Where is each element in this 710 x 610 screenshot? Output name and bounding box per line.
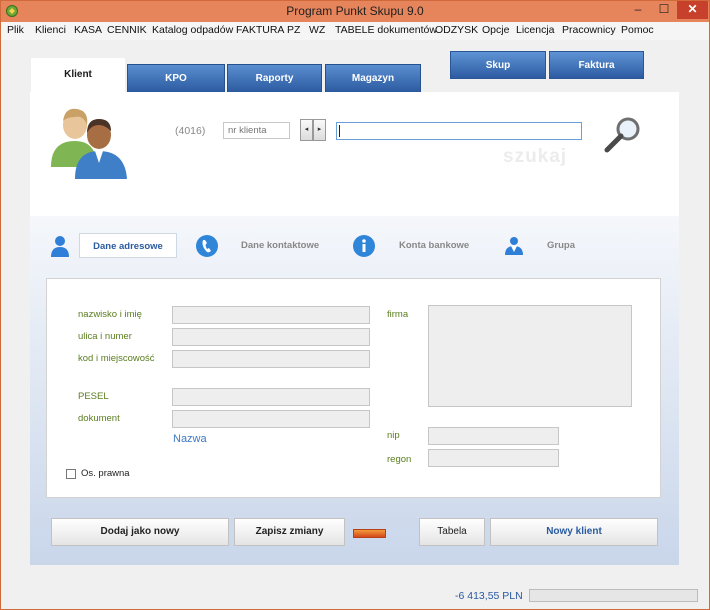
postal-code-label: kod i miejscowość (78, 353, 155, 364)
next-client-button[interactable]: ▸ (313, 119, 326, 141)
document-label: dokument (78, 413, 120, 424)
nazwa-link[interactable]: Nazwa (173, 433, 207, 445)
tab-klient[interactable]: Klient (31, 58, 125, 92)
street-field[interactable] (172, 328, 370, 346)
window-title: Program Punkt Skupu 9.0 (286, 4, 424, 18)
menu-pz[interactable]: PZ (287, 24, 300, 36)
menu-kasa[interactable]: KASA (74, 24, 102, 36)
new-client-button[interactable]: Nowy klient (490, 518, 658, 546)
menu-klienci[interactable]: Klienci (35, 24, 66, 36)
street-label: ulica i numer (78, 331, 132, 342)
save-changes-button[interactable]: Zapisz zmiany (234, 518, 345, 546)
skup-button[interactable]: Skup (450, 51, 546, 79)
nip-label: nip (387, 430, 400, 441)
client-search-input[interactable] (336, 122, 582, 140)
tab-magazyn[interactable]: Magazyn (325, 64, 421, 92)
menu-odzysk[interactable]: ODZYSK (435, 24, 478, 36)
client-count: (4016) (175, 125, 206, 137)
tab-kpo[interactable]: KPO (127, 64, 225, 92)
group-icon (505, 237, 523, 255)
company-label: firma (387, 309, 409, 320)
menu-faktura[interactable]: FAKTURA (236, 24, 284, 36)
faktura-button[interactable]: Faktura (549, 51, 644, 79)
menu-pomoc[interactable]: Pomoc (621, 24, 654, 36)
menu-tabele[interactable]: TABELE dokumentów (335, 24, 437, 36)
info-icon (353, 235, 375, 257)
menu-cennik[interactable]: CENNIK (107, 24, 147, 36)
phone-icon (196, 235, 218, 257)
menu-licencja[interactable]: Licencja (516, 24, 555, 36)
search-icon[interactable] (601, 115, 645, 155)
balance-display: -6 413,55 PLN (455, 590, 523, 602)
menu-katalog[interactable]: Katalog odpadów (152, 24, 233, 36)
progress-bar (529, 589, 698, 602)
tab-dane-adresowe[interactable]: Dane adresowe (79, 233, 177, 258)
app-window: Program Punkt Skupu 9.0 – ☐ ✕ Plik Klien… (0, 0, 710, 610)
table-button[interactable]: Tabela (419, 518, 485, 546)
surname-field[interactable] (172, 306, 370, 324)
client-number-input[interactable] (223, 122, 290, 139)
legal-entity-label: Os. prawna (81, 468, 130, 479)
menu-plik[interactable]: Plik (7, 24, 24, 36)
prev-client-button[interactable]: ◂ (300, 119, 313, 141)
tab-grupa[interactable]: Grupa (547, 233, 575, 258)
menu-bar: Plik Klienci KASA CENNIK Katalog odpadów… (1, 22, 709, 40)
company-field[interactable] (428, 305, 632, 407)
maximize-button[interactable]: ☐ (651, 1, 677, 19)
minimize-button[interactable]: – (625, 1, 651, 19)
legal-entity-checkbox[interactable] (66, 469, 76, 479)
search-watermark: szukaj (503, 146, 568, 167)
document-field[interactable] (172, 410, 370, 428)
add-as-new-button[interactable]: Dodaj jako nowy (51, 518, 229, 546)
menu-opcje[interactable]: Opcje (482, 24, 509, 36)
postal-code-field[interactable] (172, 350, 370, 368)
tab-dane-kontaktowe[interactable]: Dane kontaktowe (241, 233, 319, 258)
close-button[interactable]: ✕ (677, 1, 708, 19)
clients-avatar-icon (51, 108, 127, 179)
pesel-field[interactable] (172, 388, 370, 406)
menu-pracownicy[interactable]: Pracownicy (562, 24, 616, 36)
menu-wz[interactable]: WZ (309, 24, 325, 36)
status-indicator (353, 529, 386, 538)
tab-konta-bankowe[interactable]: Konta bankowe (399, 233, 469, 258)
surname-label: nazwisko i imię (78, 309, 142, 320)
tab-raporty[interactable]: Raporty (227, 64, 322, 92)
nip-field[interactable] (428, 427, 559, 445)
person-icon (51, 236, 69, 257)
pesel-label: PESEL (78, 391, 109, 402)
regon-field[interactable] (428, 449, 559, 467)
text-caret (339, 125, 340, 137)
regon-label: regon (387, 454, 412, 465)
title-bar[interactable]: Program Punkt Skupu 9.0 – ☐ ✕ (1, 1, 709, 22)
